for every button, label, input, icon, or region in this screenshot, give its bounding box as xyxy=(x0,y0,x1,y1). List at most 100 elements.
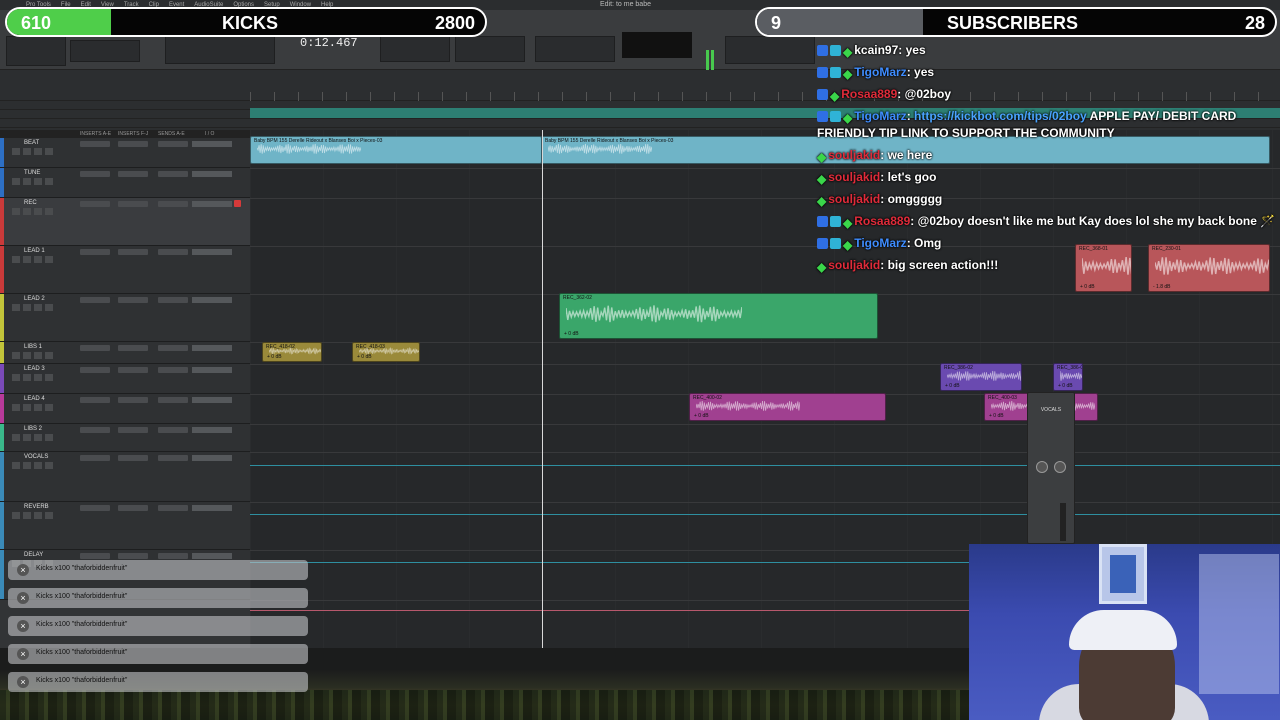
track-row[interactable]: LEAD 2 xyxy=(0,294,250,342)
grid-nudge-fields[interactable] xyxy=(455,36,525,62)
close-icon[interactable]: × xyxy=(17,676,29,688)
close-icon[interactable]: × xyxy=(17,620,29,632)
track-name[interactable]: REVERB xyxy=(24,504,49,510)
grid-strength-block[interactable] xyxy=(725,36,815,64)
track-row[interactable]: LIBS 2 xyxy=(0,424,250,452)
audio-clip[interactable]: REC_418-03 + 0 dB xyxy=(352,342,420,362)
io-selector[interactable] xyxy=(192,249,232,255)
track-row[interactable]: BEAT xyxy=(0,138,250,168)
send-slot[interactable] xyxy=(158,427,188,433)
track-row[interactable]: LEAD 1 xyxy=(0,246,250,294)
audio-clip[interactable]: REC_386-02+ 0 dB xyxy=(1053,363,1083,391)
insert-slot-a[interactable] xyxy=(80,455,110,461)
send-slot[interactable] xyxy=(158,455,188,461)
insert-slot-f[interactable] xyxy=(118,505,148,511)
track-buttons[interactable] xyxy=(12,462,56,469)
pan-left-knob[interactable] xyxy=(1036,461,1048,473)
audio-clip[interactable]: REC_386-02+ 0 dB xyxy=(940,363,1022,391)
insert-slot-f[interactable] xyxy=(118,297,148,303)
selection-fields[interactable] xyxy=(380,36,450,62)
send-slot[interactable] xyxy=(158,367,188,373)
track-buttons[interactable] xyxy=(12,374,56,381)
insert-slot-a[interactable] xyxy=(80,171,110,177)
track-buttons[interactable] xyxy=(12,304,56,311)
track-name[interactable]: TUNE xyxy=(24,170,40,176)
insert-slot-a[interactable] xyxy=(80,397,110,403)
track-row[interactable]: REC xyxy=(0,198,250,246)
audio-clip[interactable]: REC_400-02 + 0 dB xyxy=(689,393,886,421)
io-selector[interactable] xyxy=(192,553,232,559)
track-name[interactable]: VOCALS xyxy=(24,454,48,460)
io-selector[interactable] xyxy=(192,297,232,303)
insert-slot-a[interactable] xyxy=(80,201,110,207)
track-name[interactable]: LEAD 2 xyxy=(24,296,45,302)
chat-username[interactable]: Rosaa889 xyxy=(841,87,897,101)
insert-slot-f[interactable] xyxy=(118,249,148,255)
insert-slot-a[interactable] xyxy=(80,249,110,255)
insert-slot-a[interactable] xyxy=(80,367,110,373)
send-slot[interactable] xyxy=(158,345,188,351)
close-icon[interactable]: × xyxy=(17,592,29,604)
insert-slot-f[interactable] xyxy=(118,141,148,147)
io-selector[interactable] xyxy=(192,141,232,147)
zoom-preset-block[interactable] xyxy=(6,36,66,66)
track-row[interactable]: LEAD 3 xyxy=(0,364,250,394)
edit-tools-block[interactable] xyxy=(165,36,275,64)
insert-slot-f[interactable] xyxy=(118,171,148,177)
track-row[interactable]: LIBS 1 xyxy=(0,342,250,364)
track-buttons[interactable] xyxy=(12,208,56,215)
track-name[interactable]: LIBS 2 xyxy=(24,426,42,432)
io-selector[interactable] xyxy=(192,367,232,373)
track-name[interactable]: REC xyxy=(24,200,37,206)
track-buttons[interactable] xyxy=(12,404,56,411)
audio-clip[interactable]: REC_362-02 + 0 dB xyxy=(559,293,878,339)
send-slot[interactable] xyxy=(158,171,188,177)
chat-username[interactable]: TigoMarz xyxy=(854,109,906,123)
chat-username[interactable]: kcain97 xyxy=(854,43,898,57)
insert-slot-f[interactable] xyxy=(118,455,148,461)
track-name[interactable]: LEAD 4 xyxy=(24,396,45,402)
volume-fader[interactable] xyxy=(1060,503,1066,541)
insert-slot-a[interactable] xyxy=(80,553,110,559)
io-selector[interactable] xyxy=(192,201,232,207)
audio-clip[interactable]: Baby BPM 155 Derelle Rideout x Blanses B… xyxy=(250,136,542,164)
send-slot[interactable] xyxy=(158,141,188,147)
track-buttons[interactable] xyxy=(12,434,56,441)
insert-slot-a[interactable] xyxy=(80,141,110,147)
chat-username[interactable]: souljakid xyxy=(828,170,880,184)
pan-right-knob[interactable] xyxy=(1054,461,1066,473)
io-selector[interactable] xyxy=(192,397,232,403)
track-name[interactable]: LEAD 3 xyxy=(24,366,45,372)
insert-slot-f[interactable] xyxy=(118,201,148,207)
track-row[interactable]: VOCALS xyxy=(0,452,250,502)
transport-controls[interactable] xyxy=(535,36,615,62)
track-buttons[interactable] xyxy=(12,256,56,263)
track-buttons[interactable] xyxy=(12,512,56,519)
insert-slot-f[interactable] xyxy=(118,345,148,351)
track-row[interactable]: TUNE xyxy=(0,168,250,198)
close-icon[interactable]: × xyxy=(17,564,29,576)
chat-link[interactable]: https://kickbot.com/tips/02boy xyxy=(914,109,1087,123)
insert-slot-a[interactable] xyxy=(80,427,110,433)
track-name[interactable]: LEAD 1 xyxy=(24,248,45,254)
chat-username[interactable]: souljakid xyxy=(828,258,880,272)
playhead-cursor[interactable] xyxy=(542,130,543,648)
chat-username[interactable]: TigoMarz xyxy=(854,236,906,250)
insert-slot-a[interactable] xyxy=(80,505,110,511)
io-selector[interactable] xyxy=(192,171,232,177)
track-buttons[interactable] xyxy=(12,178,56,185)
chat-username[interactable]: souljakid xyxy=(828,192,880,206)
send-slot[interactable] xyxy=(158,397,188,403)
track-name[interactable]: BEAT xyxy=(24,140,39,146)
insert-slot-a[interactable] xyxy=(80,297,110,303)
track-row[interactable]: REVERB xyxy=(0,502,250,550)
send-slot[interactable] xyxy=(158,553,188,559)
track-name[interactable]: LIBS 1 xyxy=(24,344,42,350)
send-slot[interactable] xyxy=(158,249,188,255)
edit-mode-block[interactable] xyxy=(70,40,140,62)
record-enable-button[interactable] xyxy=(234,200,241,207)
insert-slot-a[interactable] xyxy=(80,345,110,351)
close-icon[interactable]: × xyxy=(17,648,29,660)
io-selector[interactable] xyxy=(192,427,232,433)
insert-slot-f[interactable] xyxy=(118,367,148,373)
